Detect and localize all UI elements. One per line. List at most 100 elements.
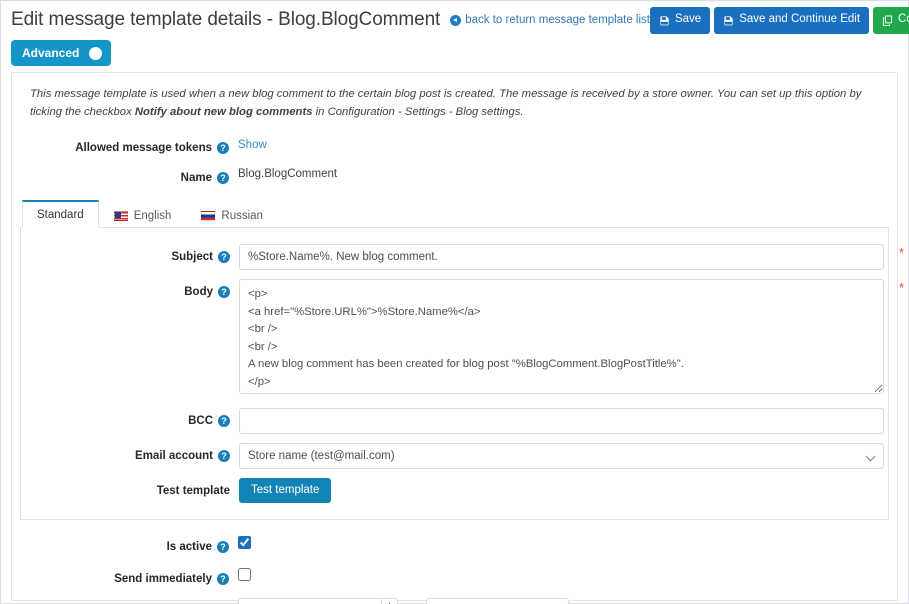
allowed-message-tokens-row: Allowed message tokens ? Show [20, 135, 889, 159]
description-part2: in Configuration - Settings - Blog setti… [313, 106, 524, 118]
name-label: Name [181, 172, 212, 184]
header-button-group: Save Save and Continue Edit Copy templat… [650, 7, 909, 34]
tab-standard-label: Standard [37, 209, 84, 221]
page-root: Edit message template details - Blog.Blo… [0, 0, 909, 604]
bcc-label: BCC [188, 415, 213, 427]
test-template-label: Test template [157, 485, 230, 497]
delay-unit-select-wrap: Hours [398, 598, 569, 604]
name-value: Blog.BlogComment [238, 165, 889, 180]
delay-send-number-wrap: ▲ ▼ [238, 598, 398, 604]
send-immediately-checkbox[interactable] [238, 568, 251, 581]
template-description: This message template is used when a new… [20, 83, 889, 121]
name-row: Name ? Blog.BlogComment [20, 165, 889, 189]
question-mark-icon[interactable]: ? [218, 415, 230, 427]
email-account-label-wrap: Email account ? [21, 443, 239, 467]
save-button[interactable]: Save [650, 7, 710, 34]
question-mark-icon[interactable]: ? [218, 450, 230, 462]
subject-label-wrap: Subject ? [21, 244, 239, 268]
bottom-settings: Is active ? Send immediately ? Delay [20, 520, 889, 604]
body-label: Body [184, 286, 213, 298]
allowed-message-tokens-label: Allowed message tokens [75, 142, 212, 154]
locale-tabs: Standard English Russian [20, 199, 889, 228]
is-active-label: Is active [167, 541, 212, 553]
body-label-wrap: Body ? [21, 279, 239, 303]
floppy-save-icon [723, 15, 734, 26]
email-account-select-wrap: Store name (test@mail.com) [239, 443, 884, 469]
question-mark-icon[interactable]: ? [217, 142, 229, 154]
stepper-up-icon[interactable]: ▲ [382, 599, 397, 604]
delay-send-input[interactable] [238, 598, 381, 604]
bcc-row: BCC ? [21, 408, 878, 434]
body-control: <p> <a href="%Store.URL%">%Store.Name%</… [239, 279, 884, 399]
delay-send-row: Delay send ? ▲ ▼ Hours [20, 598, 889, 604]
subject-input[interactable] [239, 244, 884, 270]
test-template-label-wrap: Test template [21, 478, 239, 502]
flag-ru-icon [201, 211, 215, 221]
save-and-continue-edit-label: Save and Continue Edit [739, 14, 860, 26]
allowed-message-tokens-label-wrap: Allowed message tokens ? [20, 135, 238, 159]
body-textarea[interactable]: <p> <a href="%Store.URL%">%Store.Name%</… [239, 279, 884, 394]
question-mark-icon[interactable]: ? [217, 172, 229, 184]
show-tokens-link[interactable]: Show [238, 136, 267, 151]
bcc-input[interactable] [239, 408, 884, 434]
subject-row: Subject ? * [21, 244, 878, 270]
is-active-label-wrap: Is active ? [20, 534, 238, 558]
bcc-label-wrap: BCC ? [21, 408, 239, 432]
tab-russian[interactable]: Russian [186, 202, 278, 228]
page-header: Edit message template details - Blog.Blo… [1, 1, 908, 37]
bcc-control [239, 408, 884, 434]
subject-control: * [239, 244, 884, 270]
body-required-asterisk: * [899, 281, 904, 294]
advanced-toggle-label: Advanced [22, 46, 79, 60]
locale-tabs-wrap: Standard English Russian Subject ? [20, 199, 889, 520]
delay-send-stepper: ▲ ▼ [381, 598, 398, 604]
send-immediately-row: Send immediately ? [20, 566, 889, 590]
delay-send-control: ▲ ▼ Hours [238, 598, 889, 604]
save-and-continue-edit-button[interactable]: Save and Continue Edit [714, 7, 869, 34]
name-control: Blog.BlogComment [238, 165, 889, 180]
send-immediately-label: Send immediately [114, 573, 212, 585]
toggle-knob-icon [89, 47, 102, 60]
top-fields: Allowed message tokens ? Show Name ? Blo… [20, 121, 889, 189]
delay-send-label-wrap: Delay send ? [20, 598, 238, 604]
circle-left-arrow-icon [450, 15, 461, 26]
copy-template-button[interactable]: Copy template [873, 7, 909, 34]
copy-template-label: Copy template [898, 14, 909, 26]
tab-english-label: English [134, 210, 172, 222]
is-active-row: Is active ? [20, 534, 889, 558]
floppy-save-icon [659, 15, 670, 26]
email-account-select[interactable]: Store name (test@mail.com) [239, 443, 884, 469]
subject-required-asterisk: * [899, 246, 904, 259]
main-card: This message template is used when a new… [11, 72, 898, 601]
body-row: Body ? <p> <a href="%Store.URL%">%Store.… [21, 279, 878, 399]
subject-label: Subject [171, 251, 213, 263]
email-account-control: Store name (test@mail.com) [239, 443, 884, 469]
page-title: Edit message template details - Blog.Blo… [11, 9, 440, 31]
question-mark-icon[interactable]: ? [218, 251, 230, 263]
name-label-wrap: Name ? [20, 165, 238, 189]
email-account-label: Email account [135, 450, 213, 462]
advanced-toggle[interactable]: Advanced [11, 40, 111, 66]
email-account-row: Email account ? Store name (test@mail.co… [21, 443, 878, 469]
question-mark-icon[interactable]: ? [217, 541, 229, 553]
back-link-label: back to return message template list [465, 14, 650, 26]
save-button-label: Save [675, 14, 701, 26]
advanced-toggle-container: Advanced [1, 37, 908, 72]
test-template-row: Test template Test template [21, 478, 878, 503]
back-to-list-link[interactable]: back to return message template list [450, 14, 650, 26]
standard-tab-panel: Subject ? * Body ? <p> <a href="%Store.U… [20, 228, 889, 520]
question-mark-icon[interactable]: ? [218, 286, 230, 298]
send-immediately-label-wrap: Send immediately ? [20, 566, 238, 590]
test-template-control: Test template [239, 478, 878, 503]
tab-english[interactable]: English [99, 202, 187, 228]
flag-us-icon [114, 211, 128, 221]
send-immediately-control [238, 566, 889, 584]
is-active-control [238, 534, 889, 552]
question-mark-icon[interactable]: ? [217, 573, 229, 585]
delay-unit-select[interactable]: Hours [426, 598, 569, 604]
tab-standard[interactable]: Standard [22, 200, 99, 228]
copy-icon [882, 15, 893, 26]
test-template-button[interactable]: Test template [239, 478, 331, 503]
is-active-checkbox[interactable] [238, 536, 251, 549]
allowed-message-tokens-control: Show [238, 135, 889, 153]
